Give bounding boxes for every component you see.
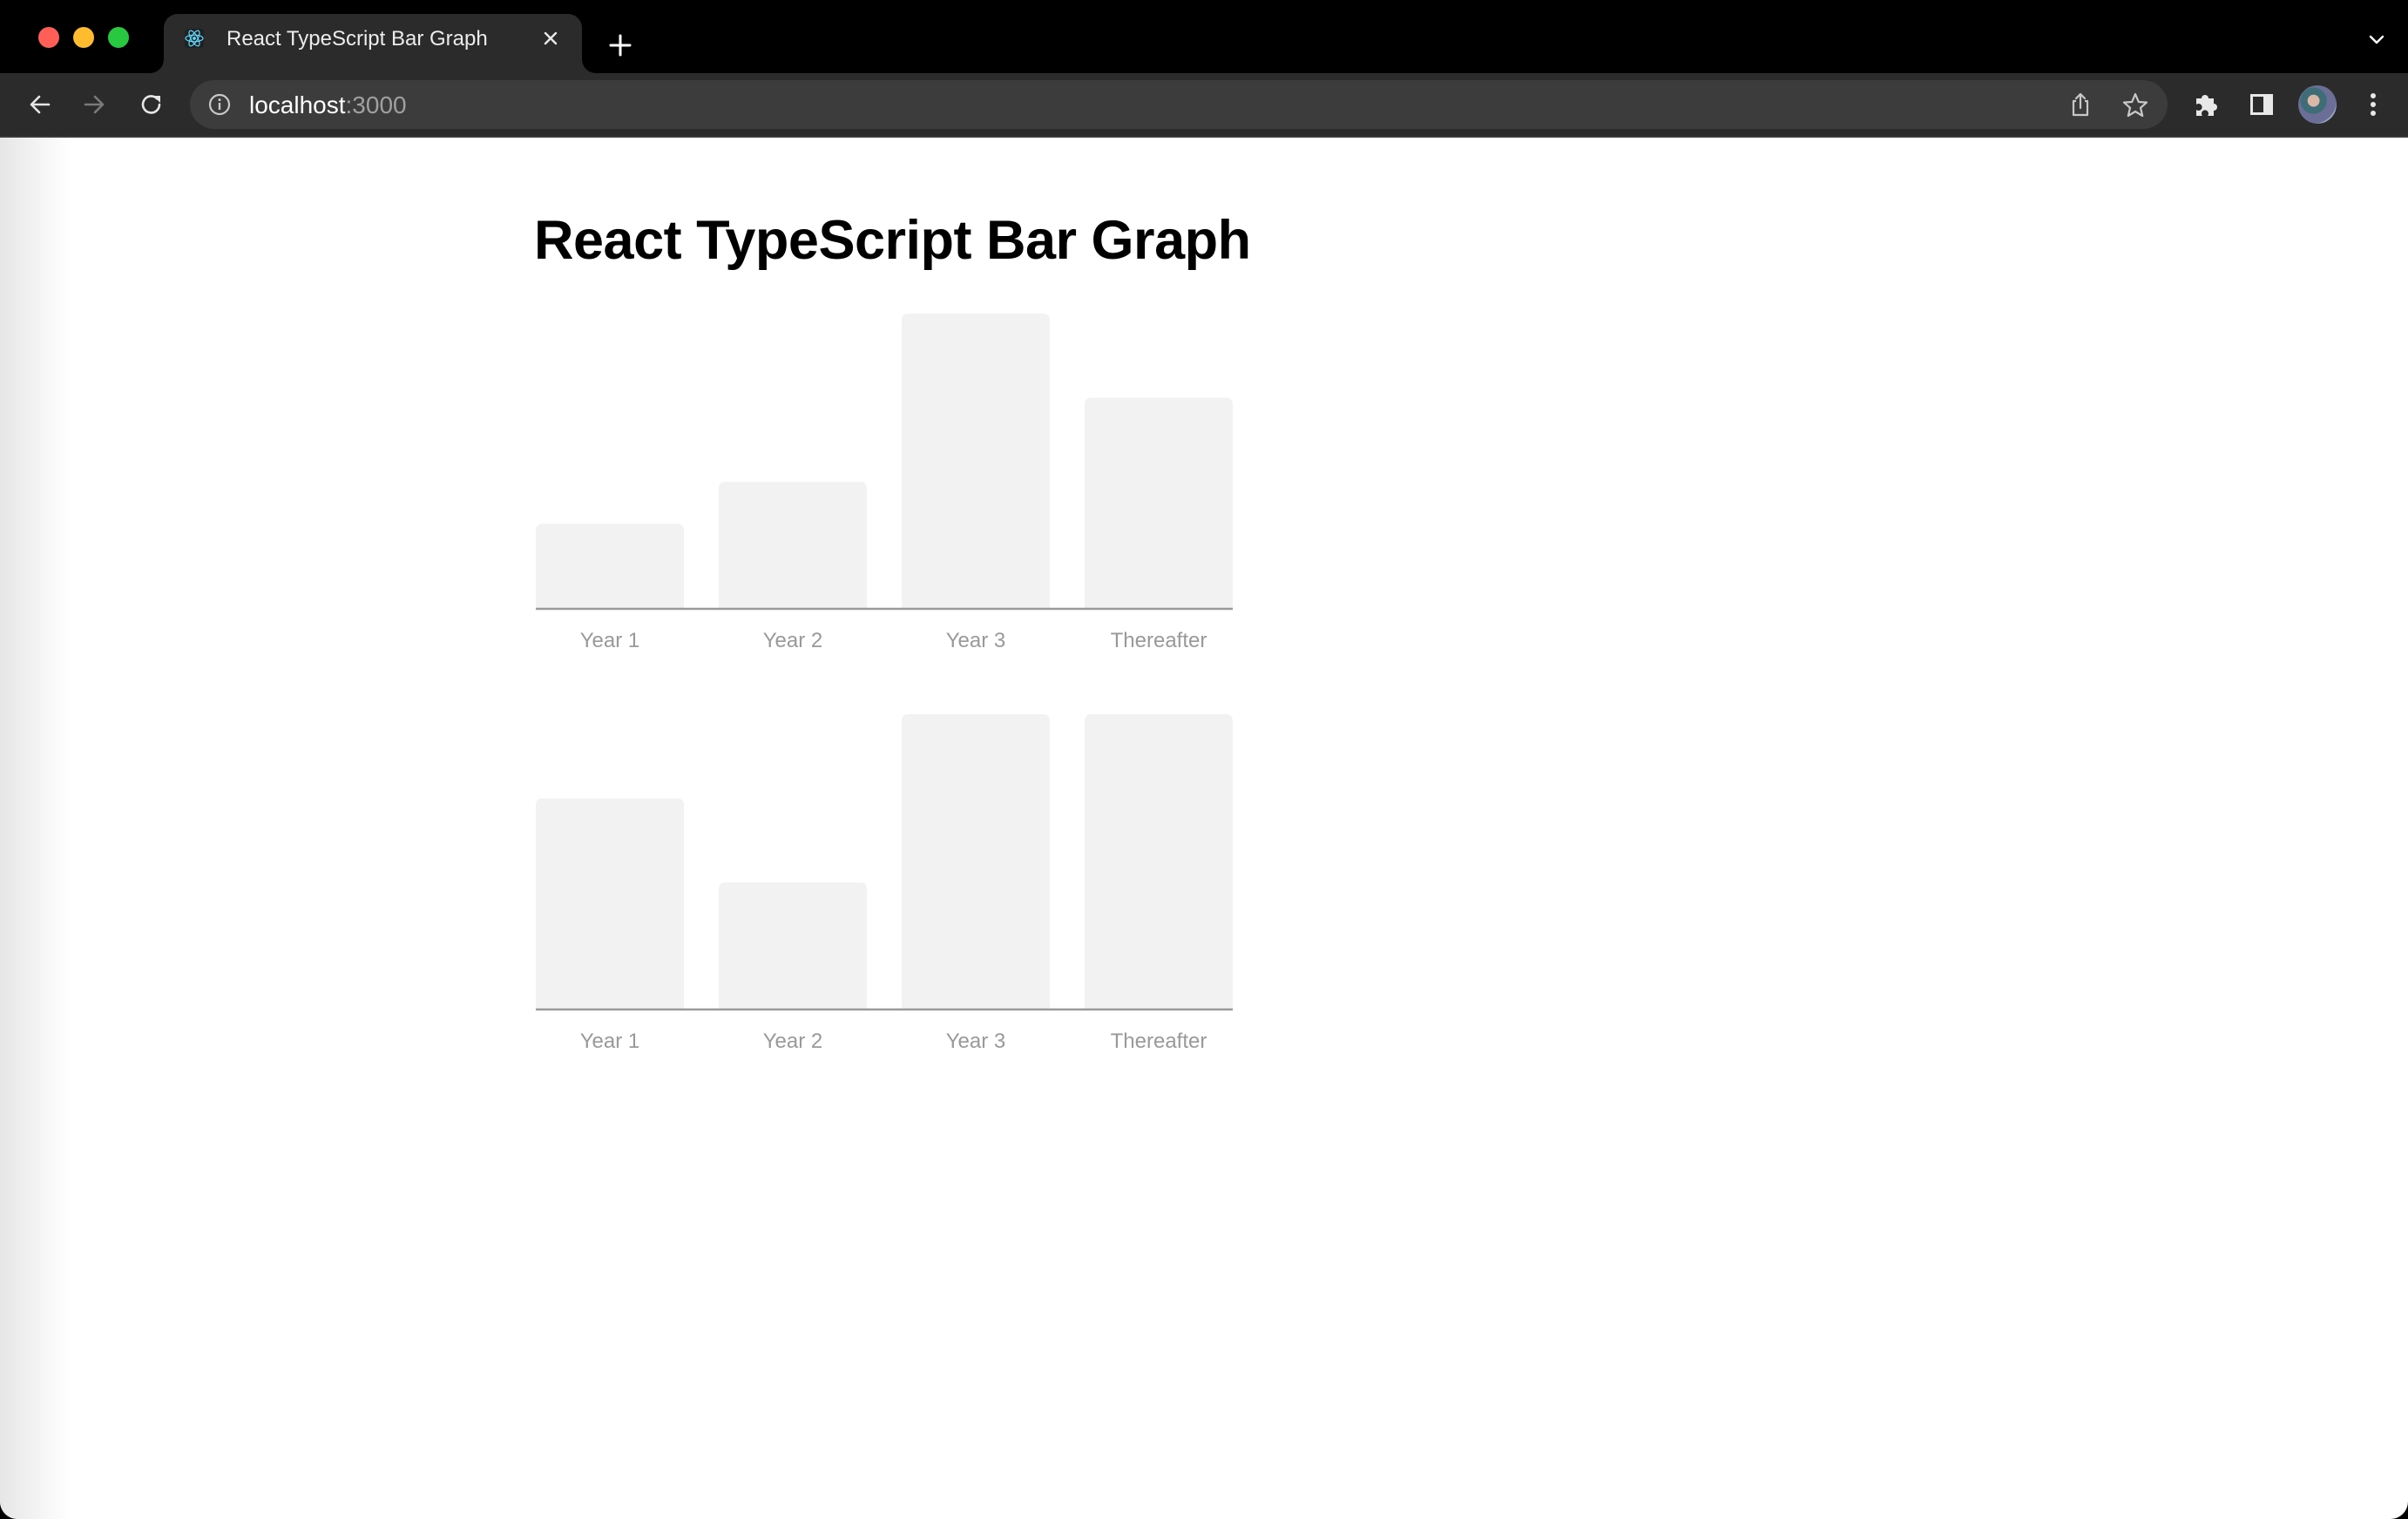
back-button[interactable]: [24, 89, 56, 120]
bar-thereafter: [1085, 714, 1233, 1009]
x-tick-label: Thereafter: [1111, 629, 1207, 652]
browser-window: React TypeScript Bar Graph localhost:300…: [0, 0, 2408, 1519]
reload-icon: [141, 95, 161, 114]
window-maximize-button[interactable]: [108, 27, 129, 48]
tab-active[interactable]: React TypeScript Bar Graph: [164, 14, 582, 73]
bar-chart-1-svg: Year 1 Year 2 Year 3 Thereafter: [536, 314, 1233, 652]
avatar[interactable]: [2298, 85, 2337, 124]
bar-year-2: [719, 482, 867, 608]
bar-year-1: [536, 798, 684, 1009]
arrow-left-icon: [30, 95, 51, 114]
bar-year-2: [719, 882, 867, 1009]
address-bar[interactable]: localhost:3000: [190, 80, 2168, 129]
x-tick-label: Year 2: [763, 629, 823, 652]
react-logo-icon: [185, 29, 204, 48]
window-minimize-button[interactable]: [73, 27, 94, 48]
bar-year-3: [902, 714, 1050, 1009]
page-title: React TypeScript Bar Graph: [534, 210, 1251, 271]
x-tick-label: Year 1: [580, 629, 640, 652]
tab-search-button[interactable]: [2366, 30, 2387, 51]
bar-chart-2-svg: Year 1 Year 2 Year 3 Thereafter: [536, 714, 1233, 1053]
bar-chart-1: Year 1 Year 2 Year 3 Thereafter: [536, 314, 1233, 662]
url-text[interactable]: localhost:3000: [249, 91, 407, 119]
x-tick-label: Year 3: [946, 1030, 1006, 1053]
browser-toolbar: localhost:3000: [0, 73, 2408, 138]
url-host: localhost: [249, 91, 346, 118]
chevron-down-icon: [2369, 35, 2384, 44]
new-tab-button[interactable]: [601, 26, 639, 64]
bar-chart-2: Year 1 Year 2 Year 3 Thereafter: [536, 714, 1233, 1063]
puzzle-icon[interactable]: [2188, 87, 2223, 122]
plus-icon: [609, 34, 632, 57]
x-tick-label: Thereafter: [1111, 1030, 1207, 1053]
tab-strip: React TypeScript Bar Graph: [0, 0, 2408, 73]
share-icon[interactable]: [2066, 91, 2094, 118]
tab-title: React TypeScript Bar Graph: [227, 27, 488, 51]
close-icon[interactable]: [538, 26, 563, 51]
bar-year-1: [536, 523, 684, 608]
page-edge-shadow: [0, 138, 70, 1519]
reload-button[interactable]: [136, 89, 167, 120]
more-vert-icon[interactable]: [2356, 87, 2391, 122]
star-icon[interactable]: [2121, 91, 2150, 120]
x-tick-label: Year 3: [946, 629, 1006, 652]
page-content: React TypeScript Bar Graph Year 1 Year 2Y…: [0, 138, 2408, 1519]
arrow-right-icon: [84, 95, 105, 114]
bar-thereafter: [1085, 397, 1233, 608]
x-tick-label: Year 1: [580, 1030, 640, 1053]
side-panel-icon[interactable]: [2244, 87, 2279, 122]
window-close-button[interactable]: [38, 27, 59, 48]
url-port: :3000: [345, 91, 407, 118]
info-icon[interactable]: [207, 92, 232, 117]
forward-button[interactable]: [78, 89, 110, 120]
bar-year-3: [902, 314, 1050, 608]
x-tick-label: Year 2: [763, 1030, 823, 1053]
